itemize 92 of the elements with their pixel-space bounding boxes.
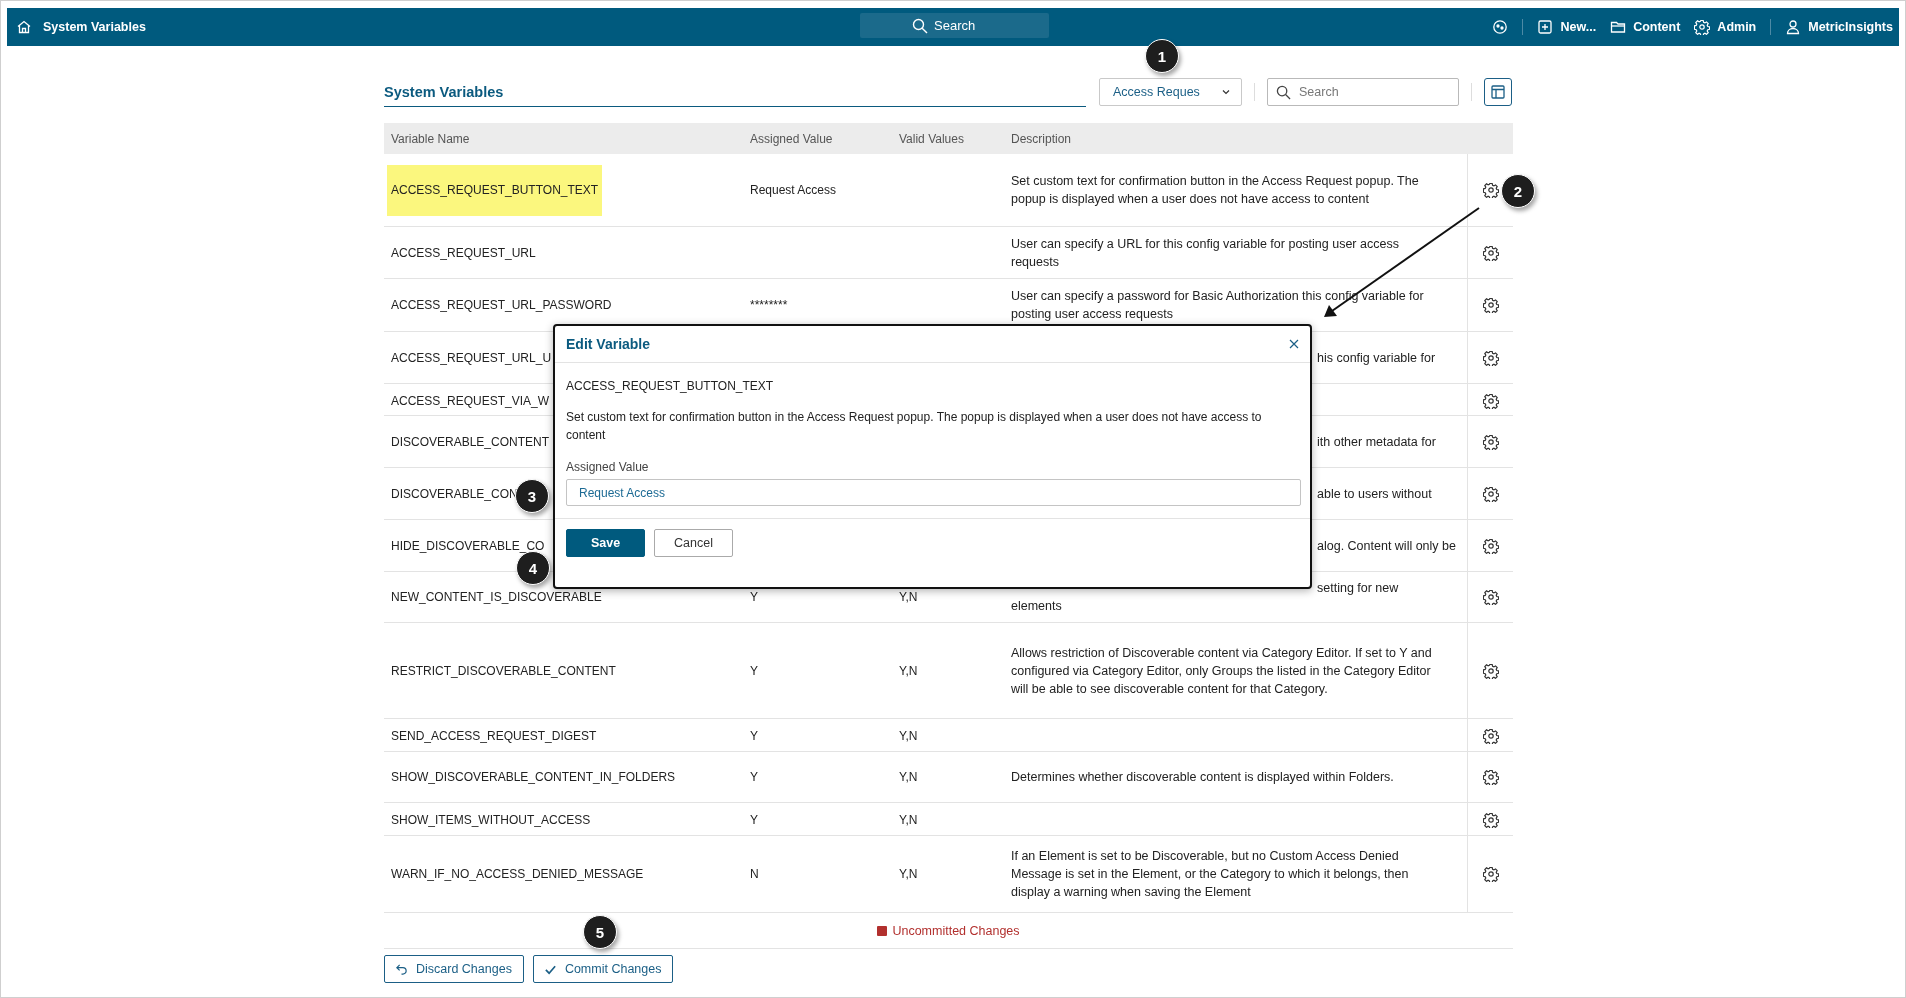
- assigned-value: Y: [749, 589, 759, 606]
- variable-name: ACCESS_REQUEST_BUTTON_TEXT: [387, 164, 603, 216]
- variable-name: ACCESS_REQUEST_URL_U: [391, 349, 552, 367]
- column-header: Valid Values: [898, 130, 965, 148]
- step-marker: 4: [516, 551, 550, 585]
- variable-name: SHOW_ITEMS_WITHOUT_ACCESS: [391, 812, 591, 829]
- status-icon[interactable]: [1492, 19, 1509, 35]
- variable-name: DISCOVERABLE_CONTENT: [391, 433, 550, 451]
- description-text: setting for new: [1317, 580, 1399, 597]
- variable-name: DISCOVERABLE_CON: [391, 485, 518, 503]
- assigned-value: Request Access: [749, 182, 838, 199]
- plus-icon: [1537, 19, 1554, 35]
- gear-icon[interactable]: [1482, 769, 1499, 785]
- discard-button[interactable]: Discard Changes: [384, 955, 524, 983]
- assigned-value: Y: [749, 769, 759, 786]
- assigned-value: Y: [749, 812, 759, 829]
- description-text: his config variable for: [1317, 349, 1436, 367]
- search-icon: [912, 18, 928, 34]
- description-text: Set custom text for confirmation button in the Access Request popup. The popup is displayed when a user does not have access to content: [566, 409, 1263, 444]
- undo-icon: [395, 962, 408, 976]
- valid-values: Y,N: [898, 589, 919, 606]
- input-field[interactable]: Request Access: [566, 479, 1301, 506]
- nav-link[interactable]: New...: [1537, 19, 1597, 35]
- gear-icon[interactable]: [1482, 182, 1499, 198]
- description-text: alog. Content will only be: [1317, 537, 1456, 555]
- column-header: Variable Name: [390, 130, 471, 148]
- valid-values: Y,N: [898, 866, 919, 883]
- gear-icon[interactable]: [1482, 662, 1499, 679]
- variable-name: ACCESS_REQUEST_BUTTON_TEXT: [566, 378, 775, 395]
- assigned-value: ********: [749, 297, 789, 314]
- gear-icon[interactable]: [1482, 485, 1499, 502]
- assigned-value: Y: [749, 728, 759, 745]
- nav-link[interactable]: MetricInsights: [1785, 19, 1893, 35]
- gear-icon[interactable]: [1482, 728, 1499, 744]
- gear-icon[interactable]: [1482, 433, 1499, 450]
- caret-icon: [1221, 87, 1231, 97]
- gear-icon[interactable]: [1482, 537, 1499, 554]
- save-button[interactable]: Save: [566, 529, 645, 557]
- description-text: User can specify a URL for this config variable for posting user access requests: [1011, 235, 1400, 271]
- description-text: If an Element is set to be Discoverable, but no Custom Access Denied Message is set in the Element, or the Category to which it belongs, then display a warning when saving the Element: [1011, 848, 1410, 901]
- search-icon: [1276, 85, 1291, 100]
- description-text: ith other metadata for: [1317, 433, 1436, 451]
- page-title: System Variables: [384, 83, 1086, 107]
- step-marker: 1: [1145, 39, 1179, 73]
- variable-name: ACCESS_REQUEST_VIA_W: [391, 393, 550, 410]
- nav-link[interactable]: Content: [1610, 19, 1681, 35]
- gear-icon[interactable]: [1482, 244, 1499, 261]
- variable-name: SEND_ACCESS_REQUEST_DIGEST: [391, 728, 597, 745]
- variable-name: NEW_CONTENT_IS_DISCOVERABLE: [391, 589, 602, 606]
- commit-button[interactable]: Commit Changes: [532, 955, 674, 983]
- status-square-icon: [877, 926, 888, 936]
- variable-name: RESTRICT_DISCOVERABLE_CONTENT: [391, 662, 616, 680]
- app-title: System Variables: [43, 20, 146, 34]
- description-text: Set custom text for confirmation button in the Access Request popup. The popup is displayed when a user does not have access to content: [1011, 173, 1420, 208]
- description-text: Determines whether discoverable content is displayed within Folders.: [1011, 769, 1394, 786]
- close-icon[interactable]: [1289, 339, 1299, 349]
- folder-icon: [1610, 19, 1627, 35]
- variable-name: SHOW_DISCOVERABLE_CONTENT_IN_FOLDERS: [391, 769, 676, 786]
- assigned-value: Y: [749, 662, 759, 680]
- column-header: Description: [1010, 130, 1073, 148]
- gear-icon[interactable]: [1482, 589, 1499, 605]
- valid-values: Y,N: [898, 769, 919, 786]
- filter-dropdown[interactable]: Access Reques: [1099, 78, 1242, 106]
- variable-name: ACCESS_REQUEST_URL_PASSWORD: [391, 297, 612, 314]
- gear-icon[interactable]: [1482, 866, 1499, 882]
- gear-icon[interactable]: [1482, 297, 1499, 313]
- dialog-title: Edit Variable: [566, 336, 651, 352]
- layout-button[interactable]: [1484, 78, 1512, 106]
- field-label: Assigned Value: [566, 459, 650, 476]
- gear-icon[interactable]: [1482, 812, 1499, 828]
- step-marker: 2: [1501, 174, 1535, 208]
- variable-name: WARN_IF_NO_ACCESS_DENIED_MESSAGE: [391, 866, 644, 883]
- valid-values: Y,N: [898, 728, 919, 745]
- gear-icon[interactable]: [1482, 349, 1499, 366]
- description-text: elements: [1011, 598, 1062, 615]
- status-text: Uncommitted Changes: [892, 924, 1020, 938]
- valid-values: Y,N: [898, 812, 919, 829]
- gear-icon[interactable]: [1482, 393, 1499, 409]
- cancel-button[interactable]: Cancel: [654, 529, 733, 557]
- variable-name: ACCESS_REQUEST_URL: [391, 244, 536, 262]
- description-text: Allows restriction of Discoverable content via Category Editor. If set to Y and configured via Category Editor, only Groups the listed in the Category Editor will be able to see discoverable content for that Category.: [1011, 644, 1433, 698]
- user-icon: [1785, 19, 1802, 35]
- description-text: able to users without: [1317, 485, 1432, 503]
- assigned-value: N: [749, 866, 760, 883]
- home-icon[interactable]: [16, 19, 32, 35]
- valid-values: Y,N: [898, 662, 919, 680]
- layout-icon: [1490, 84, 1506, 100]
- column-header: Assigned Value: [749, 130, 834, 148]
- step-marker: 5: [583, 915, 617, 949]
- search-field[interactable]: Search: [860, 13, 1049, 38]
- nav-link[interactable]: Admin: [1694, 19, 1757, 35]
- search-field[interactable]: Search: [1267, 78, 1459, 106]
